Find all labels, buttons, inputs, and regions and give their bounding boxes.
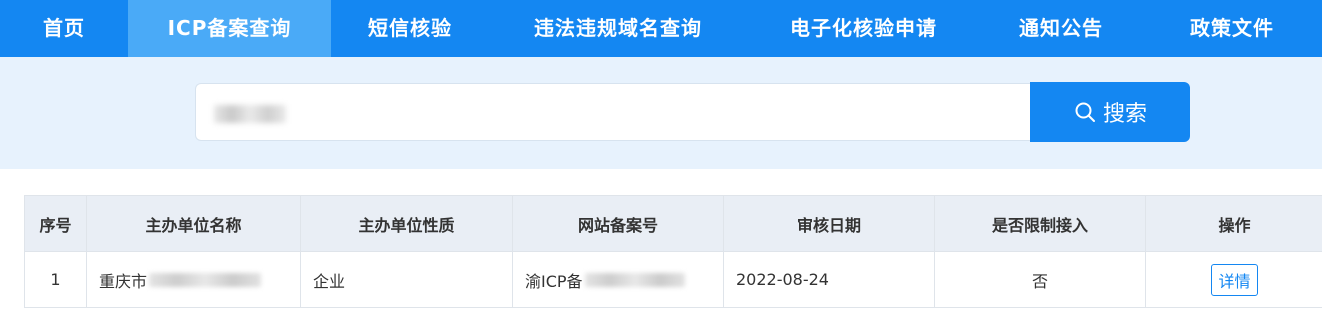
- nav-item-home[interactable]: 首页: [0, 0, 128, 57]
- top-nav: 首页 ICP备案查询 短信核验 违法违规域名查询 电子化核验申请 通知公告 政策…: [0, 0, 1322, 57]
- header-action: 操作: [1146, 196, 1322, 252]
- detail-button[interactable]: 详情: [1211, 263, 1258, 296]
- record-no-text: 渝ICP备: [525, 271, 583, 291]
- cell-org-type: 企业: [301, 252, 513, 308]
- search-button[interactable]: 搜索: [1030, 82, 1190, 142]
- search-input-value-redacted: [214, 105, 286, 123]
- results-table: 序号 主办单位名称 主办单位性质 网站备案号 审核日期 是否限制接入 操作 1 …: [24, 195, 1322, 308]
- header-org-type: 主办单位性质: [301, 196, 513, 252]
- nav-item-policy-files[interactable]: 政策文件: [1142, 0, 1322, 57]
- cell-index: 1: [25, 252, 87, 308]
- header-org-name: 主办单位名称: [87, 196, 301, 252]
- org-name-text: 重庆市: [99, 271, 148, 291]
- nav-item-e-verify-apply[interactable]: 电子化核验申请: [747, 0, 980, 57]
- org-name-redacted: [149, 272, 262, 287]
- search-input[interactable]: [195, 83, 1031, 141]
- search-button-label: 搜索: [1102, 102, 1147, 127]
- search-icon: [1075, 102, 1095, 122]
- nav-item-icp-query[interactable]: ICP备案查询: [128, 0, 331, 57]
- header-restricted: 是否限制接入: [935, 196, 1146, 252]
- nav-item-sms-verify[interactable]: 短信核验: [331, 0, 489, 57]
- cell-record-no: 渝ICP备: [513, 252, 724, 308]
- cell-action: 详情: [1146, 252, 1322, 308]
- header-review-date: 审核日期: [724, 196, 935, 252]
- table-row: 1 重庆市 企业 渝ICP备 2022-08-24 否 详情: [25, 252, 1322, 308]
- search-band: 搜索: [0, 57, 1322, 169]
- header-index: 序号: [25, 196, 87, 252]
- nav-item-illegal-domain-query[interactable]: 违法违规域名查询: [489, 0, 747, 57]
- cell-org-name: 重庆市: [87, 252, 301, 308]
- cell-review-date: 2022-08-24: [724, 252, 935, 308]
- header-record-no: 网站备案号: [513, 196, 724, 252]
- cell-restricted: 否: [935, 252, 1146, 308]
- table-header-row: 序号 主办单位名称 主办单位性质 网站备案号 审核日期 是否限制接入 操作: [25, 196, 1322, 252]
- record-no-redacted: [584, 272, 685, 287]
- nav-item-notices[interactable]: 通知公告: [980, 0, 1142, 57]
